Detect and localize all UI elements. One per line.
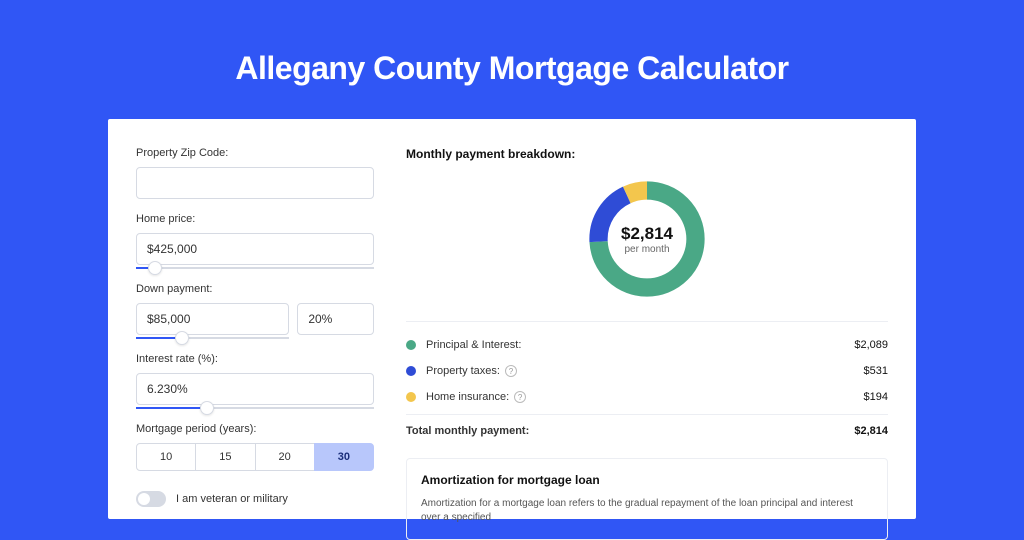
down-payment-label: Down payment: xyxy=(136,283,374,295)
veteran-toggle[interactable] xyxy=(136,491,166,507)
label-taxes: Property taxes: xyxy=(426,365,500,377)
breakdown-title: Monthly payment breakdown: xyxy=(406,147,888,161)
interest-label: Interest rate (%): xyxy=(136,353,374,365)
period-btn-15[interactable]: 15 xyxy=(195,443,255,471)
val-insurance: $194 xyxy=(864,391,888,403)
amortization-text: Amortization for a mortgage loan refers … xyxy=(421,497,873,525)
help-icon[interactable]: ? xyxy=(514,391,526,403)
amortization-card: Amortization for mortgage loan Amortizat… xyxy=(406,458,888,540)
period-label: Mortgage period (years): xyxy=(136,423,374,435)
dot-insurance xyxy=(406,392,416,402)
down-payment-slider[interactable] xyxy=(136,337,289,339)
zip-input[interactable] xyxy=(136,167,374,199)
veteran-label: I am veteran or military xyxy=(176,493,288,505)
calculator-card: Property Zip Code: Home price: Down paym… xyxy=(108,119,916,519)
val-total: $2,814 xyxy=(854,425,888,437)
label-total: Total monthly payment: xyxy=(406,425,529,437)
home-price-label: Home price: xyxy=(136,213,374,225)
donut-chart: $2,814 per month xyxy=(583,175,711,303)
breakdown-column: Monthly payment breakdown: $2,814 per mo… xyxy=(406,147,888,519)
line-total: Total monthly payment: $2,814 xyxy=(406,414,888,444)
down-payment-pct-input[interactable] xyxy=(297,303,374,335)
period-btn-20[interactable]: 20 xyxy=(255,443,315,471)
toggle-knob xyxy=(138,493,150,505)
interest-slider[interactable] xyxy=(136,407,374,409)
dot-principal xyxy=(406,340,416,350)
donut-sub: per month xyxy=(624,244,669,255)
period-group: 10 15 20 30 xyxy=(136,443,374,471)
line-taxes: Property taxes: ? $531 xyxy=(406,358,888,384)
label-insurance: Home insurance: xyxy=(426,391,509,403)
line-principal: Principal & Interest: $2,089 xyxy=(406,332,888,358)
home-price-slider[interactable] xyxy=(136,267,374,269)
val-principal: $2,089 xyxy=(854,339,888,351)
down-payment-input[interactable] xyxy=(136,303,289,335)
home-price-input[interactable] xyxy=(136,233,374,265)
form-column: Property Zip Code: Home price: Down paym… xyxy=(136,147,374,519)
divider xyxy=(406,321,888,322)
help-icon[interactable]: ? xyxy=(505,365,517,377)
dot-taxes xyxy=(406,366,416,376)
line-insurance: Home insurance: ? $194 xyxy=(406,384,888,410)
amortization-title: Amortization for mortgage loan xyxy=(421,473,873,487)
donut-amount: $2,814 xyxy=(621,224,673,244)
period-btn-10[interactable]: 10 xyxy=(136,443,196,471)
interest-input[interactable] xyxy=(136,373,374,405)
page-title: Allegany County Mortgage Calculator xyxy=(108,50,916,87)
label-principal: Principal & Interest: xyxy=(426,339,521,351)
val-taxes: $531 xyxy=(864,365,888,377)
period-btn-30[interactable]: 30 xyxy=(314,443,374,471)
zip-label: Property Zip Code: xyxy=(136,147,374,159)
